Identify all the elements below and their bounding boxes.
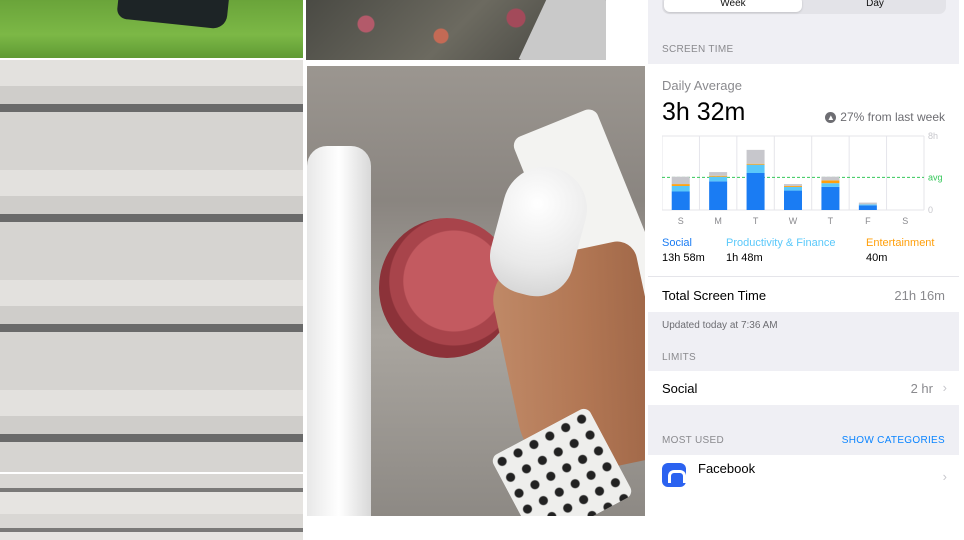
chart-bar-segment [821, 180, 840, 184]
photo-foam-packaging[interactable] [0, 60, 303, 472]
legend-social-value: 13h 58m [662, 252, 705, 264]
photo-grass-device[interactable] [0, 0, 303, 58]
legend-entertainment-name: Entertainment [866, 237, 935, 249]
most-used-card: Facebook › [648, 455, 959, 540]
limit-value: 2 hr [910, 381, 933, 396]
chevron-right-icon: › [942, 469, 947, 484]
legend-productivity-value: 1h 48m [726, 252, 763, 264]
chart-y-tick-label-max: 8h [928, 132, 938, 141]
photo-foam-packaging-2[interactable] [0, 474, 303, 540]
chart-x-tick-label: T [753, 216, 759, 226]
chart-bar-segment [784, 184, 802, 186]
photo-sink-faucet[interactable] [307, 66, 645, 516]
photo-pipe-shape [307, 146, 371, 516]
photo-curb-shape [518, 0, 606, 60]
legend-social: Social 13h 58m [662, 237, 705, 264]
limit-label: Social [662, 381, 698, 396]
chart-average-label: avg [928, 172, 943, 182]
facebook-icon [662, 463, 686, 487]
app-row-facebook[interactable]: Facebook › [648, 455, 959, 495]
segment-day[interactable]: Day [806, 0, 944, 12]
chart-x-tick-label: T [828, 216, 834, 226]
chart-x-tick-label: S [678, 216, 684, 226]
chart-bar-segment [671, 191, 690, 210]
weekly-change: ▲ 27% from last week [825, 110, 945, 124]
chart-bar-segment [709, 176, 728, 182]
chart-bar-segment [671, 176, 690, 185]
chart-bar-segment [709, 175, 728, 177]
chart-bar-segment [746, 173, 765, 210]
chart-bar-segment [746, 164, 765, 173]
legend-social-name: Social [662, 237, 692, 249]
chart-x-tick-label: S [902, 216, 908, 226]
total-screen-time-value: 21h 16m [894, 288, 945, 303]
limit-row-social[interactable]: Social 2 hr › [648, 371, 959, 405]
section-limits-title: LIMITS [662, 352, 697, 363]
photo-leaves[interactable] [306, 0, 606, 60]
chart-bar-segment [858, 205, 877, 210]
total-screen-time-label: Total Screen Time [662, 288, 767, 303]
legend-productivity-name: Productivity & Finance [726, 237, 836, 249]
legend-entertainment-value: 40m [866, 252, 888, 264]
show-categories-button[interactable]: SHOW CATEGORIES [842, 435, 945, 446]
daily-average-value: 3h 32m [662, 98, 746, 126]
weekly-change-text: 27% from last week [840, 110, 945, 124]
chart-bar-segment [821, 176, 840, 181]
section-screen-time-title: SCREEN TIME [662, 44, 734, 55]
chart-bar-segment [858, 204, 877, 206]
chevron-right-icon: › [942, 380, 947, 395]
daily-average-label: Daily Average [662, 78, 742, 93]
app-name: Facebook [698, 461, 756, 476]
chart-bar-segment [784, 186, 802, 191]
period-segmented-control: Week Day [662, 0, 946, 14]
chart-bar-segment [709, 181, 728, 210]
legend-productivity: Productivity & Finance 1h 48m [726, 237, 835, 264]
chart-y-tick-label-zero: 0 [928, 205, 933, 215]
chart-x-tick-label: F [865, 216, 871, 226]
chart-bar-segment [821, 186, 840, 210]
screen-time-panel: Week Day SCREEN TIME Daily Average 3h 32… [648, 0, 959, 540]
chart-bar-segment [671, 184, 690, 186]
chart-bar-segment [784, 185, 802, 187]
legend-entertainment: Entertainment 40m [866, 237, 934, 264]
section-most-used-title: MOST USED [662, 435, 724, 446]
chart-bar-segment [746, 149, 765, 164]
chart-bar-segment [746, 163, 765, 165]
total-screen-time-row[interactable]: Total Screen Time 21h 16m [648, 276, 959, 313]
daily-average-card[interactable]: Daily Average 3h 32m ▲ 27% from last week… [648, 64, 959, 312]
updated-text: Updated today at 7:36 AM [662, 320, 778, 331]
chart-bar-segment [858, 202, 877, 205]
chart-x-tick-label: M [714, 216, 722, 226]
photo-device-shape [116, 0, 230, 30]
chart-bar-segment [784, 190, 802, 210]
chart-bar-segment [671, 185, 690, 192]
chart-bar-segment [709, 172, 728, 176]
chart-x-tick-label: W [789, 216, 798, 226]
arrow-up-circle-icon: ▲ [825, 112, 837, 123]
chart-bar-segment [821, 183, 840, 187]
usage-chart: S M T W T F Savg 8h 0 [662, 132, 943, 226]
segment-week[interactable]: Week [664, 0, 802, 12]
